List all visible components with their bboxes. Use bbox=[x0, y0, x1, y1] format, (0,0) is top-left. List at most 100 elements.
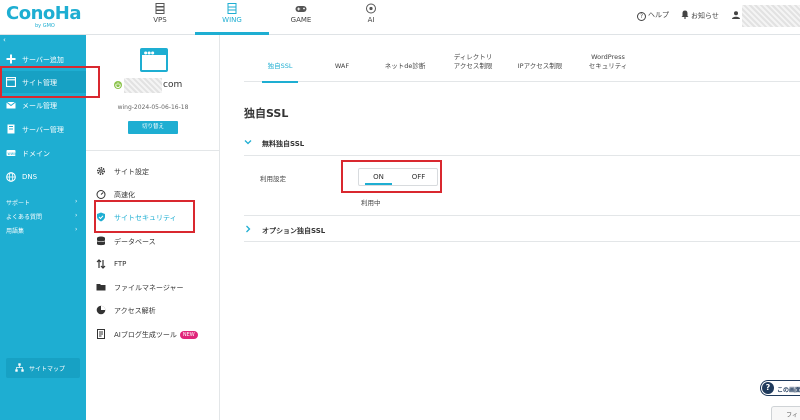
menu-item-ai-blog-tool[interactable]: AIブログ生成ツール NEW bbox=[92, 324, 214, 344]
menu-item-label: 高速化 bbox=[114, 191, 135, 199]
gamepad-icon bbox=[295, 6, 307, 12]
menu-item-label: サイトセキュリティ bbox=[114, 214, 177, 222]
speedometer-icon bbox=[96, 190, 106, 199]
tab-ip-access[interactable]: IPアクセス制限 bbox=[508, 50, 572, 82]
sitemap-button[interactable]: サイトマップ bbox=[6, 358, 80, 378]
help-icon: ? bbox=[637, 12, 646, 21]
section-option-ssl-toggle[interactable]: オプション独自SSL bbox=[244, 223, 800, 243]
question-icon: ? bbox=[762, 382, 774, 394]
menu-item-database[interactable]: データベース bbox=[92, 231, 214, 251]
sitemap-label: サイトマップ bbox=[29, 366, 66, 373]
page-title: 独自SSL bbox=[244, 107, 289, 120]
help-label: ヘルプ bbox=[648, 11, 669, 19]
ai-doc-icon bbox=[97, 329, 105, 339]
section-free-ssl-toggle[interactable]: 無料独自SSL bbox=[244, 136, 800, 156]
sidebar-item-dns[interactable]: DNS bbox=[0, 166, 86, 188]
mail-icon bbox=[6, 101, 16, 109]
divider bbox=[86, 150, 220, 151]
tab-label-line2: アクセス制限 bbox=[453, 62, 493, 70]
gear-icon bbox=[96, 166, 106, 176]
logo-sub: by GMO bbox=[35, 23, 55, 29]
sidebar-link-support[interactable]: サポート bbox=[6, 198, 30, 207]
help-link[interactable]: ? ヘルプ bbox=[637, 10, 669, 21]
menu-item-label: ファイルマネージャー bbox=[114, 284, 184, 292]
server-icon bbox=[155, 3, 165, 14]
screen-help-label: この画面 bbox=[777, 387, 800, 394]
tab-label: ネットde診断 bbox=[384, 62, 426, 70]
switch-button[interactable]: 切り替え bbox=[128, 121, 178, 134]
feedback-button[interactable]: フィ bbox=[771, 406, 800, 420]
plus-icon bbox=[6, 54, 16, 64]
nav-tab-wing[interactable]: WING bbox=[193, 0, 271, 35]
menu-item-site-settings[interactable]: サイト設定 bbox=[92, 161, 214, 181]
sidebar-item-mail[interactable]: メール管理 bbox=[0, 94, 86, 116]
sidebar-item-label: ドメイン bbox=[22, 150, 50, 158]
site-thumbnail-icon: ●●● bbox=[140, 48, 168, 72]
server-manage-icon bbox=[7, 124, 15, 134]
menu-item-label: アクセス解析 bbox=[114, 307, 156, 315]
divider bbox=[244, 155, 800, 156]
tab-dedicated-ssl[interactable]: 独自SSL bbox=[262, 50, 298, 83]
sidebar-item-label: サイト管理 bbox=[22, 79, 57, 87]
menu-item-label: データベース bbox=[114, 238, 156, 246]
sidebar-link-faq[interactable]: よくある質問 bbox=[6, 212, 42, 221]
toggle-on-option[interactable]: ON bbox=[359, 169, 398, 185]
nav-tab-label: VPS bbox=[153, 16, 167, 24]
sidebar-item-domain[interactable]: www ドメイン bbox=[0, 142, 86, 164]
menu-item-speedup[interactable]: 高速化 bbox=[92, 184, 214, 204]
nav-tab-label: AI bbox=[367, 16, 375, 24]
notice-link[interactable]: お知らせ bbox=[681, 10, 719, 21]
menu-item-ftp[interactable]: FTP bbox=[92, 254, 214, 274]
ai-chip-icon bbox=[366, 3, 376, 14]
divider bbox=[244, 215, 800, 216]
tab-waf[interactable]: WAF bbox=[328, 50, 356, 82]
menu-item-file-manager[interactable]: ファイルマネージャー bbox=[92, 277, 214, 297]
sidebar-collapse-button[interactable]: ‹ bbox=[3, 36, 6, 44]
sidebar-item-site-management[interactable]: サイト管理 bbox=[0, 71, 86, 93]
chevron-down-icon bbox=[244, 140, 252, 145]
tab-label: WordPress bbox=[591, 53, 625, 61]
main-sidebar: ‹ サーバー追加 サイト管理 メール管理 サーバー管理 www ドメイン DNS… bbox=[0, 35, 86, 420]
user-name-redacted[interactable] bbox=[742, 5, 800, 27]
nav-tab-vps[interactable]: VPS bbox=[121, 0, 199, 35]
sidebar-item-add-server[interactable]: サーバー追加 bbox=[0, 48, 86, 70]
wing-server-icon bbox=[227, 3, 237, 14]
logo-text: ConoHa bbox=[6, 3, 81, 24]
nav-tab-game[interactable]: GAME bbox=[262, 0, 340, 35]
tab-net-diagnosis[interactable]: ネットde診断 bbox=[378, 50, 432, 82]
sidebar-item-server-management[interactable]: サーバー管理 bbox=[0, 118, 86, 140]
screen-help-button[interactable]: ? この画面 bbox=[760, 380, 800, 396]
conoha-control-panel: ConoHa by GMO VPS WING GAME AI ? ヘルプ お知らせ bbox=[0, 0, 800, 420]
ai-blog-label: AIブログ生成ツール bbox=[114, 331, 177, 339]
sidebar-item-label: メール管理 bbox=[22, 102, 57, 110]
pie-chart-icon bbox=[96, 305, 106, 315]
main-content: 独自SSL WAF ネットde診断 ディレクトリ アクセス制限 IPアクセス制限… bbox=[220, 35, 800, 420]
chevron-right-icon bbox=[246, 225, 251, 233]
ssl-status-text: 利用中 bbox=[361, 199, 381, 207]
nav-tab-ai[interactable]: AI bbox=[332, 0, 410, 35]
section-heading: オプション独自SSL bbox=[262, 227, 326, 235]
shield-check-icon bbox=[97, 212, 105, 222]
folder-icon bbox=[96, 284, 106, 291]
menu-item-label: AIブログ生成ツール NEW bbox=[114, 330, 198, 340]
sitemap-icon bbox=[15, 363, 24, 372]
sidebar-link-glossary[interactable]: 用語集 bbox=[6, 226, 24, 235]
sidebar-item-label: サーバー管理 bbox=[22, 126, 64, 134]
tab-label: IPアクセス制限 bbox=[517, 62, 563, 70]
server-name: wing-2024-05-06-16-18 bbox=[117, 104, 189, 111]
menu-item-label: FTP bbox=[114, 260, 127, 268]
conoha-logo[interactable]: ConoHa by GMO bbox=[4, 2, 81, 32]
user-icon[interactable] bbox=[732, 11, 740, 19]
ssl-on-off-toggle: ON OFF bbox=[358, 168, 438, 186]
domain-icon: www bbox=[6, 150, 16, 156]
menu-item-access-analysis[interactable]: アクセス解析 bbox=[92, 300, 214, 320]
divider bbox=[244, 241, 800, 242]
tab-label: ディレクトリ bbox=[453, 53, 493, 61]
bell-icon bbox=[681, 10, 689, 19]
tab-directory-access[interactable]: ディレクトリ アクセス制限 bbox=[444, 50, 502, 82]
tab-wordpress-security[interactable]: WordPress セキュリティ bbox=[580, 50, 636, 82]
menu-item-site-security[interactable]: サイトセキュリティ bbox=[92, 207, 214, 227]
toggle-off-option[interactable]: OFF bbox=[399, 169, 438, 185]
chevron-right-icon: › bbox=[75, 226, 78, 233]
domain-name-redacted bbox=[124, 78, 162, 93]
